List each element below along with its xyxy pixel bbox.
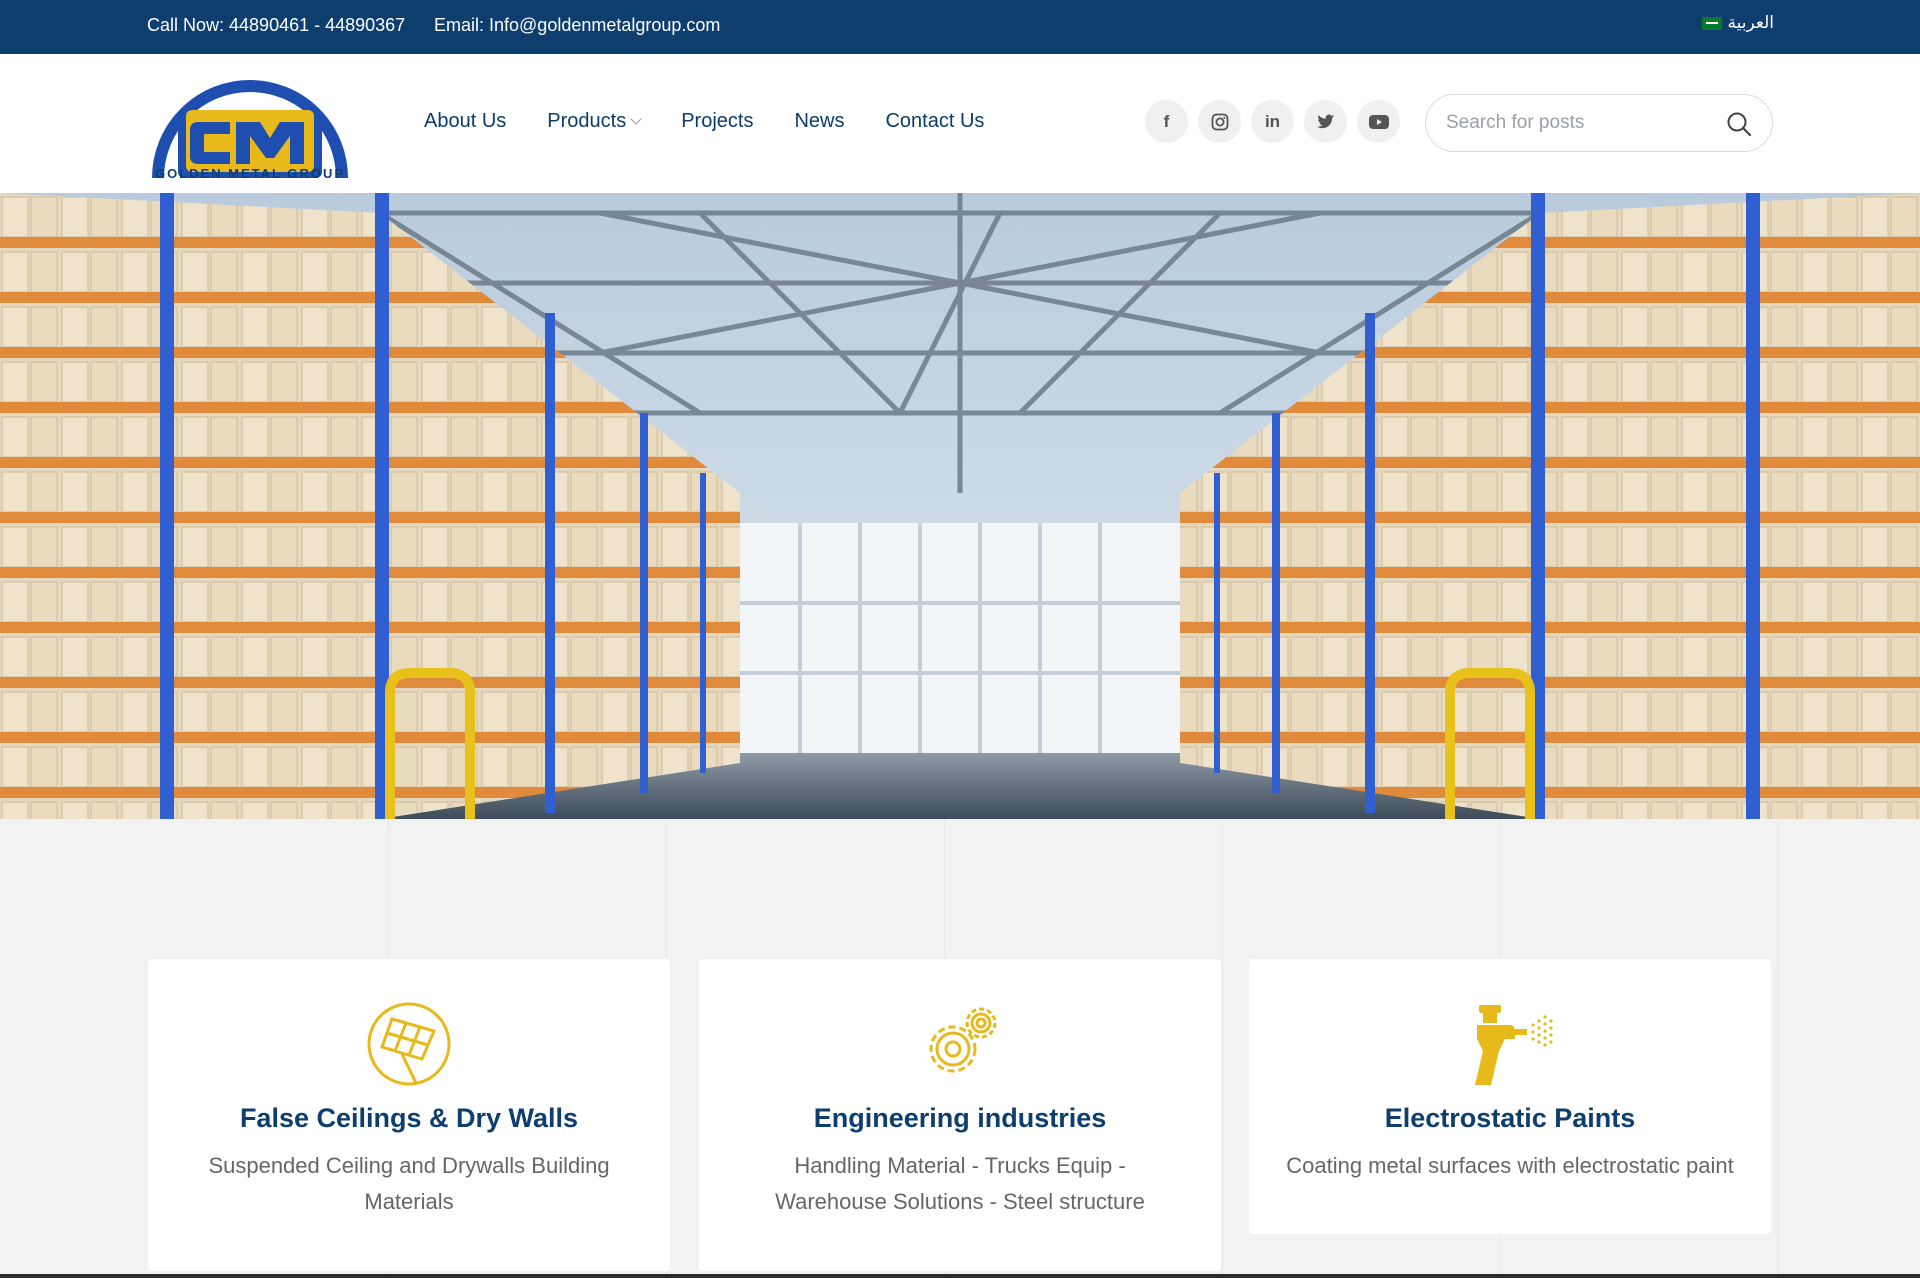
services-section: False Ceilings & Dry Walls Suspended Cei… <box>0 819 1920 1278</box>
chevron-down-icon <box>630 113 642 125</box>
nav-products-label: Products <box>547 110 627 132</box>
social-links: f in <box>1145 100 1400 143</box>
search-box <box>1425 94 1773 152</box>
service-card-engineering[interactable]: Engineering industries Handling Material… <box>699 959 1221 1271</box>
facebook-icon[interactable]: f <box>1145 100 1188 143</box>
hero-warehouse-image <box>0 193 1920 819</box>
service-card-electrostatic-paints[interactable]: Electrostatic Paints Coating metal surfa… <box>1249 959 1771 1234</box>
nav-contact-us[interactable]: Contact Us <box>885 110 984 133</box>
instagram-icon[interactable] <box>1198 100 1241 143</box>
divider <box>1778 819 1779 1278</box>
twitter-icon[interactable] <box>1304 100 1347 143</box>
language-switch[interactable]: العربية <box>1701 13 1774 33</box>
card-title: Electrostatic Paints <box>1384 1103 1636 1133</box>
ceiling-grid-icon <box>367 1002 451 1086</box>
service-card-false-ceilings[interactable]: False Ceilings & Dry Walls Suspended Cei… <box>148 959 670 1271</box>
site-header: GOLDEN METAL GROUP About Us Products Pro… <box>0 54 1920 193</box>
linkedin-icon[interactable]: in <box>1251 100 1294 143</box>
top-bar: Call Now: 44890461 - 44890367 Email: Inf… <box>0 0 1920 54</box>
youtube-icon[interactable] <box>1357 100 1400 143</box>
main-nav: About Us Products Projects News Contact … <box>424 110 984 133</box>
call-now-text: Call Now: 44890461 - 44890367 <box>147 15 406 35</box>
card-title: Engineering industries <box>813 1103 1107 1133</box>
nav-news[interactable]: News <box>794 110 844 133</box>
nav-about-us[interactable]: About Us <box>424 110 506 133</box>
nav-products[interactable]: Products <box>547 110 642 133</box>
gears-icon <box>929 1007 997 1073</box>
card-description: Suspended Ceiling and Drywalls Building … <box>208 1153 610 1214</box>
spray-gun-icon <box>1475 1005 1553 1085</box>
search-icon[interactable] <box>1726 111 1752 137</box>
language-label: العربية <box>1727 13 1774 32</box>
logo-text: GOLDEN METAL GROUP <box>154 166 346 181</box>
search-input[interactable] <box>1446 95 1706 151</box>
card-title: False Ceilings & Dry Walls <box>239 1103 579 1133</box>
card-description: Handling Material - Trucks Equip - Wareh… <box>775 1153 1145 1214</box>
email-link[interactable]: Email: Info@goldenmetalgroup.com <box>434 15 720 36</box>
divider <box>1222 819 1223 1278</box>
flag-icon <box>1701 16 1722 30</box>
nav-projects[interactable]: Projects <box>681 110 753 133</box>
page-bottom-border <box>0 1274 1920 1278</box>
card-description: Coating metal surfaces with electrostati… <box>1286 1153 1734 1178</box>
